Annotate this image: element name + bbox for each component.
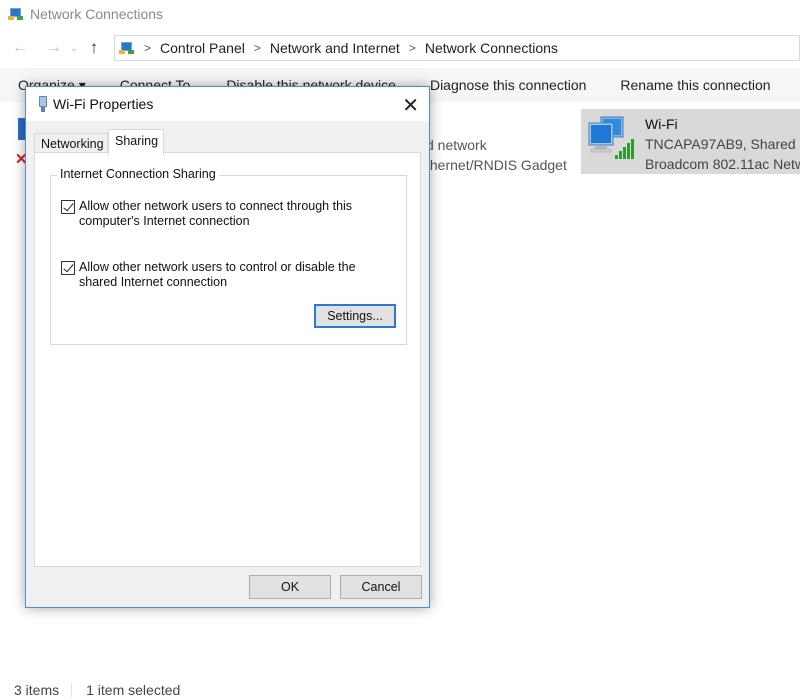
dialog-titlebar[interactable]: Wi-Fi Properties ✕ (26, 87, 429, 121)
allow-control-checkbox[interactable]: Allow other network users to control or … (61, 260, 356, 290)
network-adapter-icon (39, 96, 47, 112)
cancel-button[interactable]: Cancel (340, 575, 422, 599)
navigation-bar: ← → ⌄ ↑ > Control Panel > Network and In… (0, 33, 800, 63)
breadcrumb-separator: > (253, 41, 261, 55)
connection-item-wifi[interactable]: Wi-Fi TNCAPA97AB9, Shared Broadcom 802.1… (581, 109, 800, 174)
checkbox-label: Allow other network users to connect thr… (79, 199, 353, 213)
breadcrumb-control-panel[interactable]: Control Panel (160, 40, 245, 56)
sharing-tab-panel: Internet Connection Sharing Allow other … (34, 152, 421, 567)
checkbox-checked-icon[interactable] (61, 200, 75, 214)
group-title: Internet Connection Sharing (57, 167, 219, 181)
rename-connection-button[interactable]: Rename this connection (620, 77, 770, 93)
wifi-adapter-icon (588, 116, 634, 159)
close-icon[interactable]: ✕ (402, 93, 419, 118)
connection-device: thernet/RNDIS Gadget (426, 157, 567, 173)
internet-connection-sharing-group: Internet Connection Sharing Allow other … (50, 167, 407, 345)
up-arrow-icon[interactable]: ↑ (82, 38, 106, 58)
breadcrumb-network-and-internet[interactable]: Network and Internet (270, 40, 400, 56)
checkbox-label: shared Internet connection (79, 275, 228, 289)
selection-count: 1 item selected (86, 682, 181, 698)
checkbox-checked-icon[interactable] (61, 261, 75, 275)
item-count: 3 items (14, 682, 60, 698)
connection-status: TNCAPA97AB9, Shared (645, 136, 796, 152)
diagnose-connection-button[interactable]: Diagnose this connection (430, 77, 586, 93)
back-arrow-icon[interactable]: ← (8, 39, 32, 57)
tab-sharing[interactable]: Sharing (108, 129, 164, 156)
connection-item-ethernet[interactable]: d network thernet/RNDIS Gadget (426, 135, 567, 175)
checkbox-label: Allow other network users to control or … (79, 260, 356, 274)
connection-device: Broadcom 802.11ac Netwo (645, 156, 800, 172)
window-title: Network Connections (30, 6, 164, 22)
connection-name: Wi-Fi (645, 116, 678, 132)
status-bar: 3 items 1 item selected (0, 680, 180, 700)
status-divider (71, 683, 73, 697)
breadcrumb-network-connections[interactable]: Network Connections (425, 40, 558, 56)
settings-button[interactable]: Settings... (314, 304, 396, 328)
wifi-properties-dialog: Wi-Fi Properties ✕ Networking Sharing In… (25, 86, 430, 608)
breadcrumb-separator: > (408, 41, 416, 55)
forward-arrow-icon[interactable]: → (42, 39, 66, 57)
network-connections-icon (8, 7, 24, 21)
breadcrumb-separator: > (144, 41, 152, 55)
checkbox-label: computer's Internet connection (79, 214, 250, 228)
chevron-down-icon[interactable]: ⌄ (66, 43, 82, 54)
dialog-title: Wi-Fi Properties (53, 96, 154, 112)
network-connections-icon (119, 41, 135, 55)
window-titlebar: Network Connections (0, 0, 800, 28)
connection-status: d network (426, 137, 487, 153)
ok-button[interactable]: OK (249, 575, 331, 599)
allow-connect-checkbox[interactable]: Allow other network users to connect thr… (61, 199, 352, 229)
address-bar[interactable]: > Control Panel > Network and Internet >… (114, 35, 800, 61)
